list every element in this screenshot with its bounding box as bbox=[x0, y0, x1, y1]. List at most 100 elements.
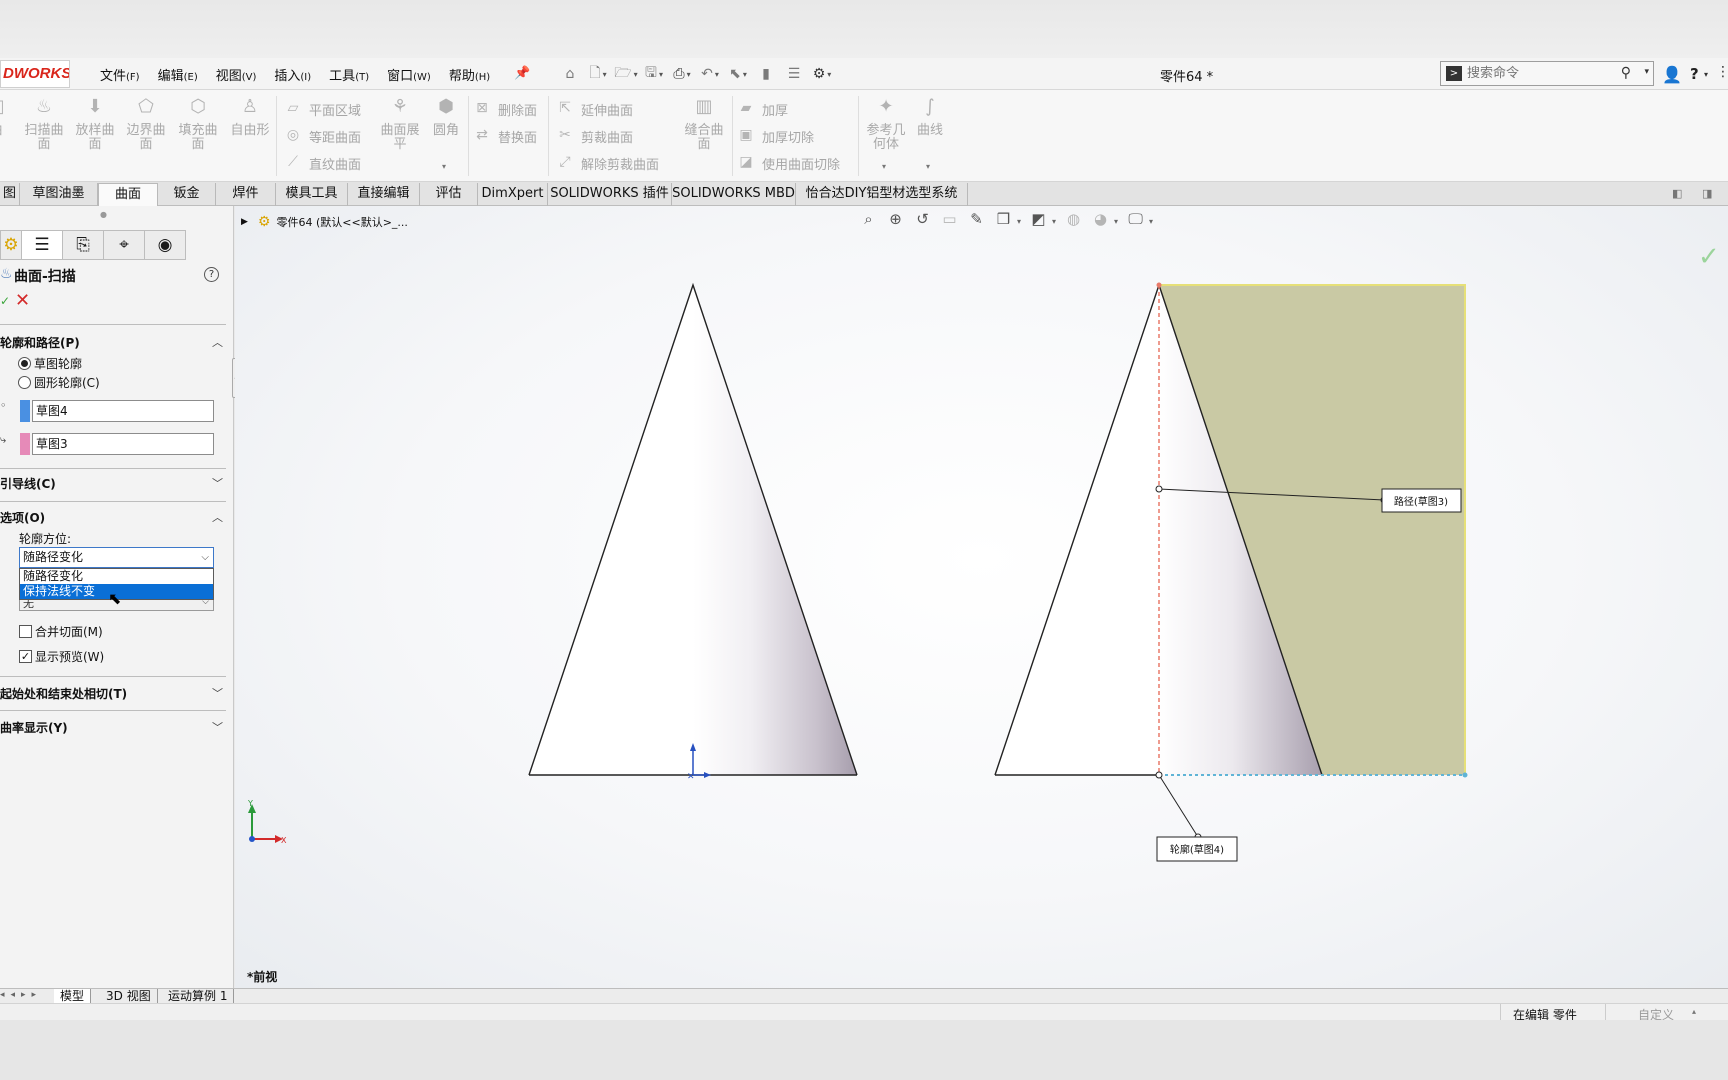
ribbon-btn-filled-surface[interactable]: ⬡ 填充曲面 bbox=[174, 98, 222, 152]
section-profile-path-header[interactable]: 轮廓和路径(P) bbox=[0, 334, 80, 351]
display-style-icon[interactable]: ◩ bbox=[1025, 210, 1052, 232]
view-orientation-icon[interactable]: ❒ bbox=[990, 210, 1017, 232]
merge-tangent-faces-checkbox[interactable]: 合并切面(M) bbox=[19, 623, 103, 640]
menu-edit[interactable]: 编辑(E) bbox=[158, 65, 198, 84]
dropdown-option-follow-path[interactable]: 随路径变化 bbox=[20, 569, 213, 584]
display-manager-tab-icon[interactable]: ◉ bbox=[144, 230, 186, 260]
collapse-chevron-icon[interactable]: ︿ bbox=[212, 509, 223, 525]
unit-system-dropdown-icon[interactable]: ▴ bbox=[1692, 1007, 1696, 1016]
select-pointer-icon[interactable]: ⬉ ▾ bbox=[724, 62, 752, 86]
edit-appearance-dropdown-icon[interactable]: ▾ bbox=[1114, 217, 1118, 226]
previous-view-icon[interactable]: ↺ bbox=[909, 210, 936, 232]
tab-surfaces[interactable]: 曲面 bbox=[98, 183, 158, 206]
tab-solidworks-mbd[interactable]: SOLIDWORKS MBD bbox=[672, 183, 796, 206]
ribbon-btn-ruled-surface[interactable]: ⟋ 直纹曲面 bbox=[283, 152, 361, 174]
ok-check-icon[interactable]: ✓ bbox=[0, 294, 10, 308]
ribbon-btn-trim-surface[interactable]: ✂ 剪裁曲面 bbox=[555, 125, 633, 147]
checkbox-unchecked[interactable] bbox=[19, 625, 32, 638]
menu-view[interactable]: 视图(V) bbox=[216, 65, 257, 84]
tab-dimxpert[interactable]: DimXpert bbox=[478, 183, 548, 206]
section-guide-curves-header[interactable]: 引导线(C) bbox=[0, 475, 56, 492]
fillet-dropdown-icon[interactable]: ▾ bbox=[442, 162, 446, 171]
ribbon-btn-cut-with-surface[interactable]: ◪ 使用曲面切除 bbox=[736, 152, 840, 174]
ribbon-btn-boundary-surface[interactable]: ⬠ 边界曲面 bbox=[122, 98, 170, 152]
expand-chevron-icon[interactable]: ﹀ bbox=[212, 719, 223, 735]
menu-file[interactable]: 文件(F) bbox=[100, 65, 140, 84]
radio-button-selected[interactable] bbox=[18, 357, 31, 370]
view-orientation-dropdown-icon[interactable]: ▾ bbox=[1017, 217, 1021, 226]
search-icon[interactable]: ⚲ bbox=[1621, 65, 1631, 81]
print-icon[interactable]: ⎙ ▾ bbox=[668, 62, 696, 86]
edit-appearance-icon[interactable]: ◕ bbox=[1087, 210, 1114, 232]
chevron-down-icon[interactable]: ⌵ bbox=[202, 600, 209, 607]
orientation-dropdown[interactable]: 随路径变化 ⌵ bbox=[19, 547, 214, 568]
path-selection-box[interactable]: 草图3 bbox=[32, 433, 214, 455]
open-folder-icon[interactable]: 🗁 ▾ bbox=[612, 62, 640, 86]
confirm-check-icon[interactable]: ✓ bbox=[1698, 242, 1720, 272]
ribbon-btn-fillet[interactable]: ⬢ 圆角 bbox=[422, 98, 470, 138]
rebuild-icon[interactable]: ▮ bbox=[752, 62, 780, 86]
display-settings-dropdown-icon[interactable]: ▾ bbox=[1149, 217, 1153, 226]
help-dropdown-icon[interactable]: ▾ bbox=[1704, 70, 1708, 79]
zoom-to-area-icon[interactable]: ⊕ bbox=[882, 210, 909, 232]
expand-triangle-icon[interactable]: ▶ bbox=[241, 217, 248, 227]
callout-profile[interactable]: 轮廓(草图4) bbox=[1156, 836, 1238, 862]
tab-evaluate[interactable]: 评估 bbox=[420, 183, 478, 206]
ribbon-btn-partial[interactable]: ◧曲 bbox=[0, 98, 20, 138]
search-dropdown-icon[interactable]: ▾ bbox=[1644, 67, 1649, 77]
help-icon[interactable]: ? bbox=[1690, 65, 1699, 83]
feature-tree-tab-icon[interactable]: ⚙ bbox=[0, 230, 22, 260]
ribbon-btn-extend-surface[interactable]: ⇱ 延伸曲面 bbox=[555, 98, 633, 120]
ribbon-btn-untrim-surface[interactable]: ⤢ 解除剪裁曲面 bbox=[555, 152, 659, 174]
tab-solidworks-addins[interactable]: SOLIDWORKS 插件 bbox=[548, 183, 672, 206]
tab-sketch-partial[interactable]: 图 bbox=[0, 183, 20, 206]
tab-scroll-left-icon[interactable]: ◧ bbox=[1672, 187, 1682, 200]
cancel-x-icon[interactable]: ✕ bbox=[15, 290, 30, 311]
configuration-manager-tab-icon[interactable]: ⎘ bbox=[62, 230, 104, 260]
menu-tools[interactable]: 工具(T) bbox=[329, 65, 369, 84]
expand-chevron-icon[interactable]: ﹀ bbox=[212, 475, 223, 491]
radio-sketch-profile[interactable]: 草图轮廓 bbox=[18, 355, 82, 372]
ribbon-btn-delete-face[interactable]: ⊠ 删除面 bbox=[472, 98, 537, 120]
tab-scroll-right-icon[interactable]: ◨ bbox=[1702, 187, 1712, 200]
ribbon-btn-thicken[interactable]: ▰ 加厚 bbox=[736, 98, 788, 120]
graphics-viewport[interactable]: ✕ 路径(草图3) 轮廓(草图4) Y X ▶ ⚙ 零件64 (默认<<默认>_… bbox=[235, 206, 1728, 988]
radio-button[interactable] bbox=[18, 376, 31, 389]
tab-sketch-ink[interactable]: 草图油墨 bbox=[20, 183, 98, 206]
chevron-down-icon[interactable]: ⌵ bbox=[201, 548, 209, 567]
pin-icon[interactable]: 📌 bbox=[514, 66, 530, 82]
show-preview-checkbox[interactable]: ✓ 显示预览(W) bbox=[19, 648, 104, 665]
profile-selection-box[interactable]: 草图4 bbox=[32, 400, 214, 422]
collapse-chevron-icon[interactable]: ︿ bbox=[212, 334, 223, 350]
new-document-icon[interactable]: 🗋 ▾ bbox=[584, 62, 612, 86]
ribbon-btn-reference-geometry[interactable]: ✦ 参考几何体 bbox=[862, 98, 910, 152]
ribbon-btn-replace-face[interactable]: ⇄ 替换面 bbox=[472, 125, 537, 147]
section-options-header[interactable]: 选项(O) bbox=[0, 509, 45, 526]
user-icon[interactable]: 👤 bbox=[1662, 65, 1682, 84]
curves-dropdown-icon[interactable]: ▾ bbox=[926, 162, 930, 171]
menu-insert[interactable]: 插入(I) bbox=[274, 65, 311, 84]
tab-model[interactable]: 模型 bbox=[54, 989, 92, 1004]
tab-motion-study[interactable]: 运动算例 1 bbox=[162, 989, 235, 1004]
save-icon[interactable]: 🖫 ▾ bbox=[640, 62, 668, 86]
checkbox-checked[interactable]: ✓ bbox=[19, 650, 32, 663]
ribbon-btn-swept-surface[interactable]: ♨ 扫描曲面 bbox=[20, 98, 68, 152]
radio-circular-profile[interactable]: 圆形轮廓(C) bbox=[18, 374, 100, 391]
display-settings-monitor-icon[interactable]: 🖵 bbox=[1122, 210, 1149, 232]
ribbon-btn-planar-surface[interactable]: ▱ 平面区域 bbox=[283, 98, 361, 120]
undo-icon[interactable]: ↶ ▾ bbox=[696, 62, 724, 86]
ribbon-btn-surface-flatten[interactable]: ⚘ 曲面展平 bbox=[376, 98, 424, 152]
cone-body-right[interactable] bbox=[994, 282, 1468, 778]
ribbon-btn-offset-surface[interactable]: ◎ 等距曲面 bbox=[283, 125, 361, 147]
ribbon-btn-freeform[interactable]: ♙ 自由形 bbox=[226, 98, 274, 138]
tab-sheet-metal[interactable]: 钣金 bbox=[158, 183, 216, 206]
property-manager-tab-icon[interactable]: ☰ bbox=[21, 230, 63, 260]
home-icon[interactable]: ⌂ bbox=[556, 62, 584, 86]
menu-window[interactable]: 窗口(W) bbox=[387, 65, 431, 84]
more-icon[interactable]: ⋮ bbox=[1716, 64, 1728, 80]
reference-geometry-dropdown-icon[interactable]: ▾ bbox=[882, 162, 886, 171]
panel-handle-icon[interactable]: ● bbox=[100, 210, 107, 219]
menu-help[interactable]: 帮助(H) bbox=[449, 65, 490, 84]
callout-path[interactable]: 路径(草图3) bbox=[1381, 488, 1462, 513]
tab-3d-view[interactable]: 3D 视图 bbox=[100, 989, 158, 1004]
